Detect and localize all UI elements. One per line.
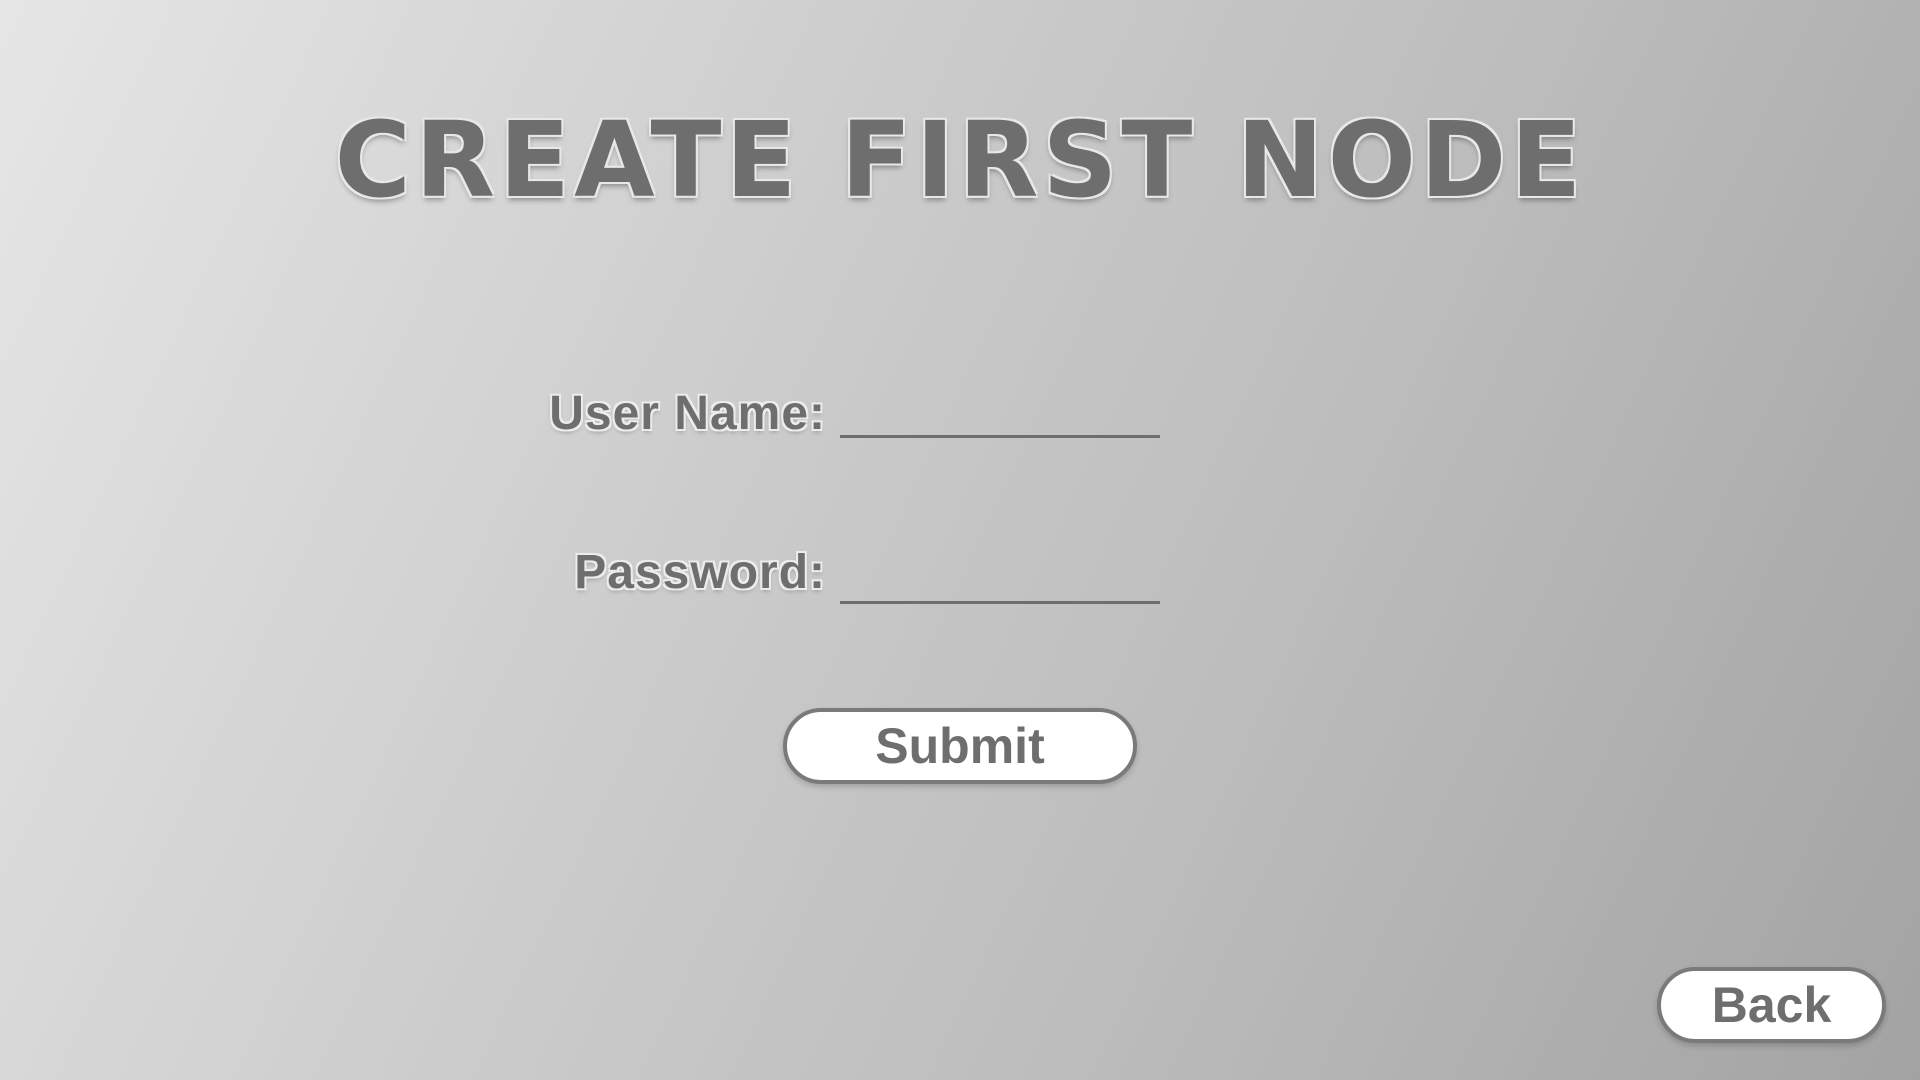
password-input[interactable]: [840, 552, 1160, 604]
back-button-label: Back: [1711, 977, 1832, 1033]
page-title: CREATE FIRST NODE: [334, 99, 1586, 221]
back-button[interactable]: Back: [1657, 967, 1886, 1043]
submit-button[interactable]: Submit: [783, 708, 1137, 784]
create-node-screen: CREATE FIRST NODE User Name: Password: S…: [0, 0, 1920, 1080]
username-label: User Name:: [549, 387, 826, 440]
password-label: Password:: [574, 546, 826, 599]
username-input[interactable]: [840, 386, 1160, 438]
submit-button-label: Submit: [875, 718, 1045, 774]
